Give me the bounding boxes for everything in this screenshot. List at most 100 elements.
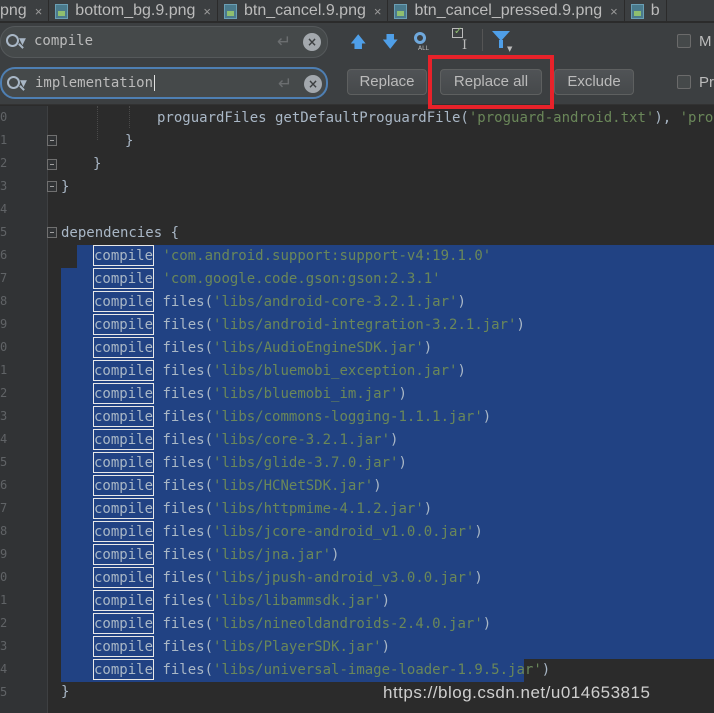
line-number: 2 bbox=[0, 156, 8, 170]
files-call: files( bbox=[162, 432, 214, 448]
dependency-string: 'libs/bluemobi_exception.jar' bbox=[213, 363, 458, 379]
filter-icon[interactable]: ▼ bbox=[492, 29, 514, 53]
files-call: files( bbox=[162, 639, 214, 655]
line-number: 5 bbox=[0, 455, 8, 469]
files-close: ) bbox=[373, 478, 382, 494]
history-dropdown-icon[interactable]: ▼ bbox=[19, 37, 26, 47]
clear-find-icon[interactable]: × bbox=[303, 33, 321, 51]
search-match: compile bbox=[93, 498, 155, 519]
editor-tab[interactable]: btn_cancel.9.png × bbox=[218, 0, 389, 21]
files-call: files( bbox=[162, 616, 214, 632]
code-line[interactable]: proguardFiles getDefaultProguardFile('pr… bbox=[157, 107, 714, 130]
dependency-line[interactable]: compile files('libs/jpush-android_v3.0.0… bbox=[93, 567, 483, 590]
dependency-line[interactable]: compile files('libs/commons-logging-1.1.… bbox=[93, 406, 491, 429]
dependency-line[interactable]: compile files('libs/universal-image-load… bbox=[93, 659, 550, 682]
close-tab-icon[interactable]: × bbox=[35, 4, 43, 19]
dependency-line[interactable]: compile files('libs/jcore-android_v1.0.0… bbox=[93, 521, 483, 544]
fold-marker-icon[interactable] bbox=[47, 227, 57, 238]
dependency-string: 'libs/commons-logging-1.1.1.jar' bbox=[213, 409, 483, 425]
select-all-occurrences-icon[interactable]: ✓ I bbox=[450, 26, 472, 53]
close-tab-icon[interactable]: × bbox=[374, 4, 382, 19]
files-call: files( bbox=[162, 593, 214, 609]
find-field[interactable]: ▼ compile ↵ × bbox=[0, 26, 328, 58]
dependency-line[interactable]: compile files('libs/HCNetSDK.jar') bbox=[93, 475, 382, 498]
dependency-line[interactable]: compile 'com.google.code.gson:gson:2.3.1… bbox=[93, 268, 441, 291]
code-line[interactable]: } bbox=[125, 130, 133, 153]
code-line[interactable]: } bbox=[93, 153, 101, 176]
line-number: 2 bbox=[0, 386, 8, 400]
replace-button[interactable]: Replace bbox=[347, 69, 427, 95]
history-dropdown-icon[interactable]: ▼ bbox=[20, 79, 27, 89]
code-line[interactable]: dependencies { bbox=[61, 222, 179, 245]
close-tab-icon[interactable]: × bbox=[203, 4, 211, 19]
dependency-string: 'libs/bluemobi_im.jar' bbox=[213, 386, 399, 402]
watermark-text: https://blog.csdn.net/u014653815 bbox=[383, 683, 651, 702]
fold-marker-icon[interactable] bbox=[47, 181, 57, 192]
dependency-string: 'libs/httpmime-4.1.2.jar' bbox=[213, 501, 424, 517]
editor-tab[interactable]: btn_cancel_pressed.9.png × bbox=[388, 0, 625, 21]
newline-icon[interactable]: ↵ bbox=[277, 32, 291, 52]
dependency-line[interactable]: compile files('libs/bluemobi_im.jar') bbox=[93, 383, 407, 406]
search-match: compile bbox=[93, 383, 155, 404]
dependency-string: 'libs/nineoldandroids-2.4.0.jar' bbox=[213, 616, 483, 632]
code-line[interactable]: } bbox=[61, 176, 69, 199]
line-number: 9 bbox=[0, 547, 8, 561]
replace-input[interactable]: implementation bbox=[35, 75, 156, 91]
replace-all-button[interactable]: Replace all bbox=[440, 69, 542, 95]
find-input[interactable]: compile bbox=[34, 33, 93, 49]
dependency-line[interactable]: compile files('libs/httpmime-4.1.2.jar') bbox=[93, 498, 432, 521]
fold-marker-icon[interactable] bbox=[47, 135, 57, 146]
next-occurrence-icon[interactable]: 🡇 bbox=[382, 31, 398, 58]
dependency-line[interactable]: compile files('libs/PlayerSDK.jar') bbox=[93, 636, 390, 659]
code-line[interactable]: } bbox=[61, 681, 69, 704]
editor-tab[interactable]: png × bbox=[0, 0, 50, 21]
previous-occurrence-icon[interactable]: 🡅 bbox=[350, 31, 366, 58]
files-call: files( bbox=[162, 340, 214, 356]
line-number: 5 bbox=[0, 225, 8, 239]
line-number: 7 bbox=[0, 271, 8, 285]
line-number: 3 bbox=[0, 179, 8, 193]
clear-replace-icon[interactable]: × bbox=[304, 75, 322, 93]
files-close: ) bbox=[474, 524, 483, 540]
files-close: ) bbox=[482, 616, 492, 632]
match-case-checkbox[interactable] bbox=[677, 34, 691, 48]
dependency-line[interactable]: compile 'com.android.support:support-v4:… bbox=[93, 245, 491, 268]
preserve-case-checkbox[interactable] bbox=[677, 75, 691, 89]
dependency-line[interactable]: compile files('libs/bluemobi_exception.j… bbox=[93, 360, 466, 383]
replace-field[interactable]: ▼ implementation ↵ × bbox=[0, 67, 328, 99]
files-call: files( bbox=[162, 294, 214, 310]
editor-tab[interactable]: bottom_bg.9.png × bbox=[49, 0, 218, 21]
dependency-string: 'com.android.support:support-v4:19.1.0' bbox=[162, 248, 492, 264]
files-close: ) bbox=[482, 409, 492, 425]
exclude-button[interactable]: Exclude bbox=[554, 69, 634, 95]
dependency-line[interactable]: compile files('libs/glide-3.7.0.jar') bbox=[93, 452, 407, 475]
line-number: 9 bbox=[0, 317, 8, 331]
close-tab-icon[interactable]: × bbox=[610, 4, 618, 19]
toolbar-divider bbox=[482, 29, 483, 51]
image-file-icon bbox=[55, 3, 69, 19]
editor-tab[interactable]: b bbox=[625, 0, 667, 21]
dependency-line[interactable]: compile files('libs/nineoldandroids-2.4.… bbox=[93, 613, 491, 636]
line-number: 4 bbox=[0, 662, 8, 676]
newline-icon[interactable]: ↵ bbox=[278, 74, 292, 94]
line-number: 0 bbox=[0, 340, 8, 354]
search-icon[interactable] bbox=[7, 76, 20, 89]
dependency-line[interactable]: compile files('libs/android-integration-… bbox=[93, 314, 525, 337]
fold-marker-icon[interactable] bbox=[47, 159, 57, 170]
files-close: ) bbox=[423, 340, 433, 356]
preserve-case-label: Pr bbox=[699, 74, 714, 91]
search-icon[interactable] bbox=[6, 34, 19, 47]
search-match: compile bbox=[93, 567, 155, 588]
dependency-line[interactable]: compile files('libs/AudioEngineSDK.jar') bbox=[93, 337, 432, 360]
image-file-icon bbox=[630, 3, 644, 19]
text-caret bbox=[154, 75, 156, 91]
dependency-line[interactable]: compile files('libs/libammsdk.jar') bbox=[93, 590, 390, 613]
files-call: files( bbox=[162, 455, 214, 471]
dependency-line[interactable]: compile files('libs/android-core-3.2.1.j… bbox=[93, 291, 466, 314]
dependency-line[interactable]: compile files('libs/jna.jar') bbox=[93, 544, 339, 567]
find-all-icon[interactable]: ALL bbox=[413, 31, 433, 52]
code-editor[interactable]: 0 1 2 3 4 5 6 7 8 9 0 1 2 3 4 5 6 7 8 9 0 1 2 3 4 5 proguardFiles… bbox=[0, 106, 714, 713]
dependency-line[interactable]: compile files('libs/core-3.2.1.jar') bbox=[93, 429, 398, 452]
search-match: compile bbox=[93, 337, 155, 358]
line-number: 1 bbox=[0, 363, 8, 377]
